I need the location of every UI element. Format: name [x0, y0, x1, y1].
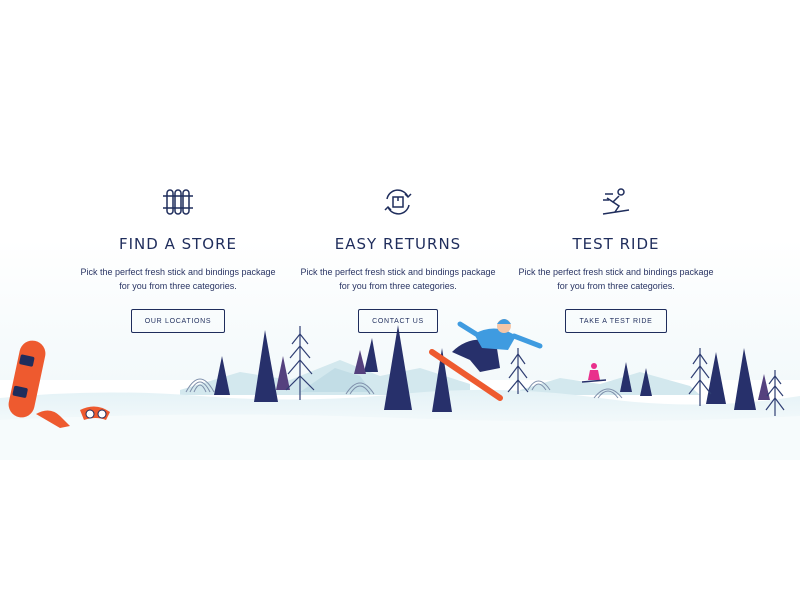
contact-us-button[interactable]: CONTACT US	[358, 309, 438, 333]
our-locations-button[interactable]: OUR LOCATIONS	[130, 309, 226, 333]
take-a-test-ride-button[interactable]: TAKE A TEST RIDE	[565, 309, 667, 333]
feature-description: Pick the perfect fresh stick and binding…	[58, 265, 298, 293]
skier-icon	[602, 188, 630, 215]
feature-description-line: for you from three categories.	[557, 281, 675, 291]
feature-description: Pick the perfect fresh stick and binding…	[496, 265, 736, 293]
feature-description-line: for you from three categories.	[339, 281, 457, 291]
feature-title: EASY RETURNS	[334, 235, 462, 253]
feature-description-line: Pick the perfect fresh stick and binding…	[518, 267, 714, 277]
features-section: FIND A STORE Pick the perfect fresh stic…	[0, 180, 800, 340]
feature-description-line: for you from three categories.	[119, 281, 237, 291]
feature-find-a-store: FIND A STORE Pick the perfect fresh stic…	[58, 180, 298, 333]
return-box-icon	[384, 189, 412, 215]
feature-description: Pick the perfect fresh stick and binding…	[278, 265, 518, 293]
feature-title: FIND A STORE	[118, 235, 237, 253]
ski-rack-icon	[163, 189, 193, 215]
feature-description-line: Pick the perfect fresh stick and binding…	[300, 267, 496, 277]
feature-title: TEST RIDE	[572, 235, 660, 253]
feature-easy-returns: EASY RETURNS Pick the perfect fresh stic…	[278, 180, 518, 333]
feature-test-ride: TEST RIDE Pick the perfect fresh stick a…	[496, 180, 736, 333]
feature-description-line: Pick the perfect fresh stick and binding…	[80, 267, 276, 277]
